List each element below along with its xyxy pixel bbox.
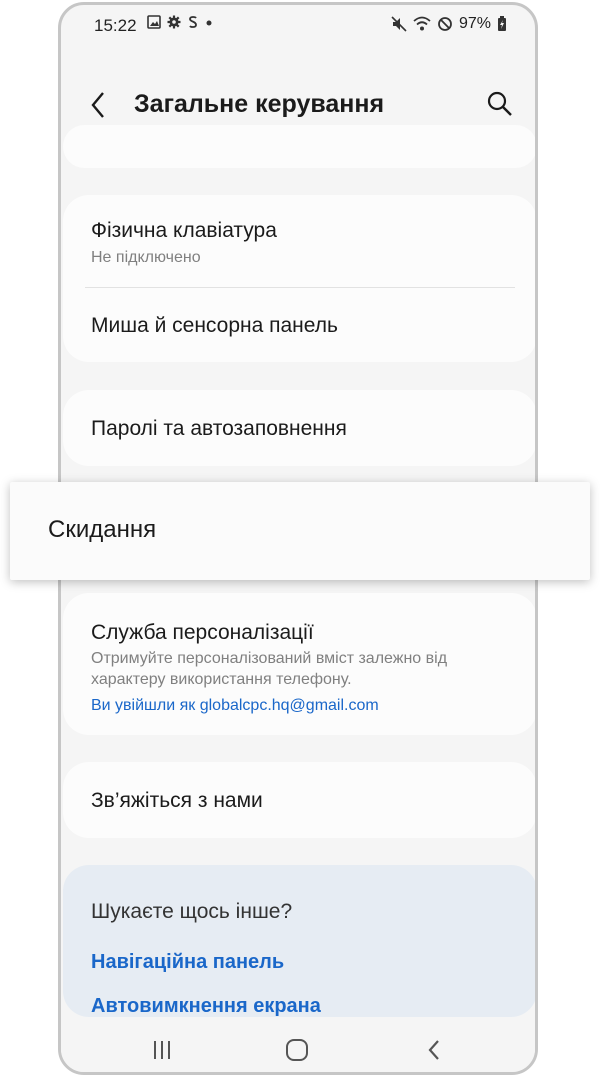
keyboard-mouse-card: Фізична клавіатура Не підключено Миша й … bbox=[63, 195, 535, 362]
reset-title: Скидання bbox=[48, 516, 157, 543]
home-icon bbox=[286, 1039, 308, 1061]
status-time: 15:22 bbox=[94, 16, 137, 35]
physical-keyboard-status: Не підключено bbox=[91, 249, 201, 266]
settings-gear-icon bbox=[167, 15, 181, 29]
samsung-pay-icon bbox=[189, 16, 197, 28]
physical-keyboard-item[interactable]: Фізична клавіатура Не підключено bbox=[63, 195, 535, 287]
reset-item-highlight[interactable]: Скидання bbox=[10, 482, 590, 580]
screen-timeout-link[interactable]: Автовимкнення екрана bbox=[91, 995, 321, 1018]
battery-icon bbox=[498, 16, 506, 31]
back-button[interactable] bbox=[87, 87, 113, 123]
mouse-touchpad-item[interactable]: Миша й сенсорна панель bbox=[63, 288, 535, 362]
status-bar: 15:22 97% bbox=[61, 5, 535, 45]
personalization-desc-line1: Отримуйте персоналізований вміст залежно… bbox=[91, 650, 448, 667]
search-icon bbox=[487, 91, 512, 116]
home-button[interactable] bbox=[282, 1035, 312, 1065]
mute-icon bbox=[391, 16, 407, 32]
status-icons-right: 97% bbox=[391, 15, 507, 33]
passwords-autofill-title: Паролі та автозаповнення bbox=[91, 417, 347, 440]
suggestions-card: Шукаєте щось інше? Навігаційна панель Ав… bbox=[63, 865, 535, 1018]
personalization-title: Служба персоналізації bbox=[91, 621, 314, 644]
chevron-left-icon bbox=[91, 92, 104, 118]
notification-dot-icon bbox=[206, 20, 212, 26]
no-signal-icon bbox=[438, 17, 452, 31]
back-arrow-icon bbox=[428, 1040, 439, 1060]
signed-in-account: Ви увійшли як globalcpc.hq@gmail.com bbox=[91, 697, 379, 714]
contact-us-title: Зв’яжіться з нами bbox=[91, 789, 263, 812]
page-title: Загальне керування bbox=[134, 90, 385, 118]
contact-us-item[interactable]: Зв’яжіться з нами bbox=[63, 762, 535, 838]
passwords-autofill-item[interactable]: Паролі та автозаповнення bbox=[63, 390, 535, 466]
suggestions-title: Шукаєте щось інше? bbox=[91, 900, 293, 923]
personalization-service-item[interactable]: Служба персоналізації Отримуйте персонал… bbox=[63, 593, 535, 735]
recent-apps-icon bbox=[154, 1041, 170, 1059]
scrolled-card-top bbox=[63, 125, 535, 168]
recent-apps-button[interactable] bbox=[147, 1035, 177, 1065]
personalization-desc-line2: характеру використання телефону. bbox=[91, 671, 352, 688]
search-button[interactable] bbox=[485, 89, 515, 119]
status-icons-left bbox=[147, 15, 213, 29]
gallery-icon bbox=[147, 15, 161, 29]
navigation-bar-link[interactable]: Навігаційна панель bbox=[91, 951, 284, 974]
wifi-icon bbox=[413, 16, 431, 31]
physical-keyboard-title: Фізична клавіатура bbox=[91, 219, 277, 242]
battery-percentage: 97% bbox=[458, 15, 491, 32]
back-nav-button[interactable] bbox=[419, 1035, 449, 1065]
navigation-bar bbox=[61, 1025, 535, 1072]
mouse-touchpad-title: Миша й сенсорна панель bbox=[91, 314, 338, 337]
